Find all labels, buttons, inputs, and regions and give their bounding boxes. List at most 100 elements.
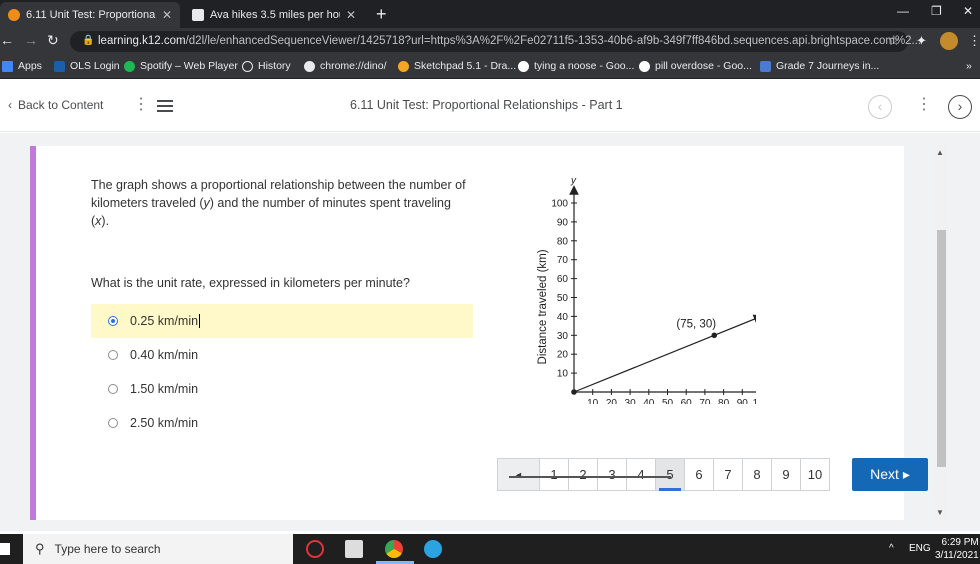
minimize-icon[interactable]: —	[897, 4, 909, 18]
bookmark-apps[interactable]: Apps	[2, 60, 42, 72]
taskbar-search[interactable]: ⚲ Type here to search	[23, 534, 293, 564]
terms-of-use-icon[interactable]	[345, 540, 363, 558]
page-button-7[interactable]: 7	[713, 458, 743, 491]
bookmark-google-1[interactable]: tying a noose - Goo...	[518, 60, 634, 72]
y-tick-label: 10	[557, 369, 569, 380]
page-button-2[interactable]: 2	[568, 458, 598, 491]
brightspace-favicon-icon	[8, 9, 20, 21]
url-text: learning.k12.com/d2l/le/enhancedSequence…	[98, 35, 922, 47]
bookmark-spotify[interactable]: Spotify – Web Player	[124, 60, 238, 72]
next-topic-icon[interactable]: ›	[948, 95, 972, 119]
scroll-down-icon[interactable]: ▼	[936, 508, 944, 517]
pagination: ◄ 1 2 3 4 5 6 7 8 9 10	[497, 458, 830, 491]
back-to-content-link[interactable]: ‹ Back to Content	[8, 98, 103, 112]
text-cursor	[199, 314, 201, 328]
history-icon	[242, 60, 253, 72]
bookmark-journeys[interactable]: Grade 7 Journeys in...	[760, 60, 879, 72]
previous-topic-icon[interactable]: ‹	[868, 95, 892, 119]
y-tick-label: 90	[557, 217, 569, 228]
y-tick-label: 50	[557, 293, 569, 304]
bookmark-history[interactable]: History	[242, 60, 291, 72]
forward-arrow-icon[interactable]: →	[24, 32, 38, 48]
opera-icon[interactable]	[306, 540, 324, 558]
y-tick-label: 60	[557, 274, 569, 285]
language-indicator[interactable]: ENG	[909, 543, 931, 554]
page-button-1[interactable]: 1	[539, 458, 569, 491]
page-button-5[interactable]: 5	[655, 458, 685, 491]
choice-d[interactable]: 2.50 km/min	[91, 406, 473, 440]
tab-unit-test[interactable]: 6.11 Unit Test: Proportional Relat ✕	[0, 2, 180, 28]
y-tick-label: 80	[557, 236, 569, 247]
question-prompt: What is the unit rate, expressed in kilo…	[91, 276, 410, 290]
pager-prev-button[interactable]: ◄	[497, 458, 540, 491]
choice-b[interactable]: 0.40 km/min	[91, 338, 473, 372]
windows-taskbar: ⚲ Type here to search ^ ENG 6:29 PM 3/11…	[0, 534, 980, 564]
proportional-graph: xy10203040506070809010010203040506070809…	[537, 176, 756, 404]
edge-icon[interactable]	[424, 540, 442, 558]
y-tick-label: 70	[557, 255, 569, 266]
choice-c[interactable]: 1.50 km/min	[91, 372, 473, 406]
book-icon	[760, 60, 771, 72]
profile-avatar[interactable]	[940, 32, 958, 50]
taskbar-clock[interactable]: 6:29 PM 3/11/2021	[935, 536, 979, 562]
y-tick-label: 100	[551, 199, 568, 210]
page-button-6[interactable]: 6	[684, 458, 714, 491]
chrome-icon[interactable]	[385, 540, 403, 558]
lock-icon: 🔒	[82, 35, 95, 46]
address-bar[interactable]: 🔒 learning.k12.com/d2l/le/enhancedSequen…	[70, 31, 921, 52]
content-area: The graph shows a proportional relations…	[0, 133, 980, 531]
x-tick-label: 80	[718, 398, 730, 404]
new-tab-icon[interactable]: +	[376, 4, 387, 25]
bookmarks-more[interactable]: »	[966, 60, 972, 72]
chrome-menu-icon[interactable]: ⋮	[968, 33, 980, 49]
chevron-up-icon[interactable]: ^	[889, 543, 894, 554]
y-axis-variable: y	[570, 176, 577, 187]
y-tick-label: 20	[557, 350, 569, 361]
kebab-icon[interactable]: ⋮	[133, 94, 149, 114]
x-tick-label: 40	[643, 398, 655, 404]
bookmark-dino[interactable]: chrome://dino/	[304, 60, 387, 72]
google-icon	[639, 60, 650, 72]
x-tick-label: 10	[587, 398, 599, 404]
page-button-9[interactable]: 9	[771, 458, 801, 491]
y-tick-label: 30	[557, 331, 569, 342]
more-options-icon[interactable]: ⋮	[916, 94, 932, 114]
x-tick-label: 100	[753, 398, 756, 404]
tab-title: 6.11 Unit Test: Proportional Relat	[26, 9, 156, 21]
reload-icon[interactable]: ↻	[47, 32, 59, 49]
x-tick-label: 70	[699, 398, 711, 404]
restore-icon[interactable]: ❐	[931, 4, 942, 18]
page-button-4[interactable]: 4	[626, 458, 656, 491]
scrollbar-thumb[interactable]	[937, 230, 946, 467]
page-button-3[interactable]: 3	[597, 458, 627, 491]
close-icon[interactable]: ✕	[162, 8, 172, 22]
x-tick-label: 50	[662, 398, 674, 404]
bookmark-google-2[interactable]: pill overdose - Goo...	[639, 60, 752, 72]
x-tick-label: 90	[737, 398, 749, 404]
question-panel: The graph shows a proportional relations…	[36, 146, 928, 520]
bookmark-star-icon[interactable]: ☆	[887, 32, 900, 49]
point-annotation: (75, 30)	[676, 318, 716, 330]
browser-toolbar: ← → ↻ 🔒 learning.k12.com/d2l/le/enhanced…	[0, 28, 980, 55]
bookmark-sketchpad[interactable]: Sketchpad 5.1 - Dra...	[398, 60, 516, 72]
radio-button[interactable]	[108, 350, 118, 360]
close-icon[interactable]: ✕	[346, 8, 356, 22]
tab-ava-hikes[interactable]: Ava hikes 3.5 miles per hour. If sh ✕	[184, 2, 364, 28]
next-button[interactable]: Next ▸	[852, 458, 928, 491]
page-button-8[interactable]: 8	[742, 458, 772, 491]
radio-button[interactable]	[108, 418, 118, 428]
windows-start-icon[interactable]	[0, 543, 10, 555]
page-button-10[interactable]: 10	[800, 458, 830, 491]
proportional-line	[573, 314, 756, 393]
bookmark-ols-login[interactable]: OLS Login	[54, 60, 120, 72]
back-arrow-icon[interactable]: ←	[0, 32, 14, 48]
table-of-contents-icon[interactable]	[157, 100, 173, 112]
content-header: ‹ Back to Content ⋮ 6.11 Unit Test: Prop…	[0, 80, 980, 132]
scroll-up-icon[interactable]: ▲	[936, 148, 944, 157]
close-window-icon[interactable]: ✕	[963, 4, 973, 18]
radio-button[interactable]	[108, 316, 118, 326]
search-icon: ⚲	[35, 541, 45, 556]
radio-button[interactable]	[108, 384, 118, 394]
extensions-puzzle-icon[interactable]: ✦	[916, 33, 927, 49]
choice-a[interactable]: 0.25 km/min	[91, 304, 473, 338]
